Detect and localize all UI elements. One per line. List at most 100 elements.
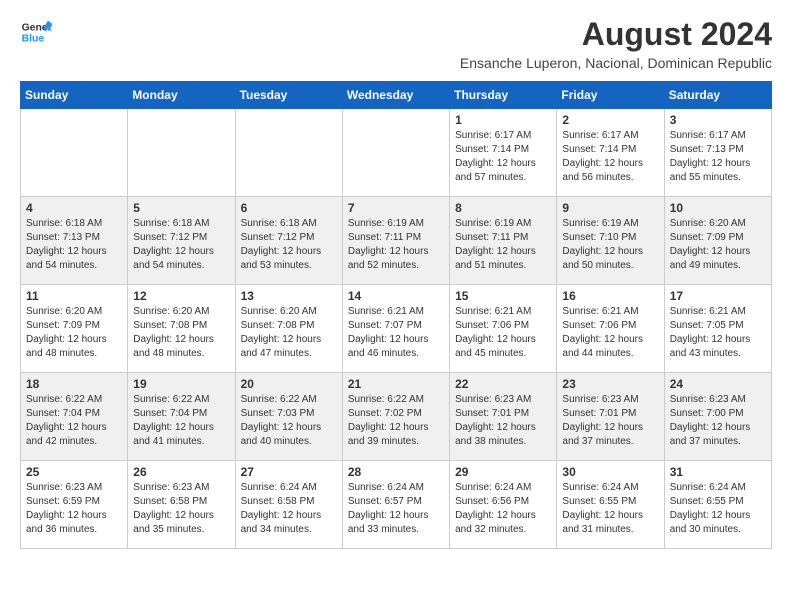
day-number: 21	[348, 377, 444, 391]
calendar-day-cell: 9 Sunrise: 6:19 AMSunset: 7:10 PMDaylight…	[557, 197, 664, 285]
svg-text:Blue: Blue	[22, 34, 45, 45]
day-info: Sunrise: 6:19 AMSunset: 7:11 PMDaylight:…	[455, 217, 551, 273]
day-info: Sunrise: 6:22 AMSunset: 7:04 PMDaylight:…	[133, 393, 229, 449]
calendar-day-cell	[235, 109, 342, 197]
day-info: Sunrise: 6:23 AMSunset: 7:00 PMDaylight:…	[670, 393, 766, 449]
calendar-day-cell: 7 Sunrise: 6:19 AMSunset: 7:11 PMDaylight…	[342, 197, 449, 285]
day-info: Sunrise: 6:18 AMSunset: 7:13 PMDaylight:…	[26, 217, 122, 273]
day-number: 8	[455, 201, 551, 215]
day-info: Sunrise: 6:20 AMSunset: 7:08 PMDaylight:…	[241, 305, 337, 361]
calendar-day-cell: 23Sunrise: 6:23 AMSunset: 7:01 PMDayligh…	[557, 373, 664, 461]
day-info: Sunrise: 6:23 AMSunset: 7:01 PMDaylight:…	[455, 393, 551, 449]
calendar-day-cell: 15 Sunrise: 6:21 AMSunset: 7:06 PMDayligh…	[450, 285, 557, 373]
day-info: Sunrise: 6:17 AMSunset: 7:14 PMDaylight:…	[562, 129, 658, 185]
calendar-day-cell: 4 Sunrise: 6:18 AMSunset: 7:13 PMDaylight…	[21, 197, 128, 285]
day-number: 17	[670, 289, 766, 303]
calendar-day-cell: 31 Sunrise: 6:24 AMSunset: 6:55 PMDayligh…	[664, 461, 771, 549]
calendar-day-cell: 12 Sunrise: 6:20 AMSunset: 7:08 PMDayligh…	[128, 285, 235, 373]
subtitle: Ensanche Luperon, Nacional, Dominican Re…	[460, 55, 772, 71]
calendar-day-cell	[21, 109, 128, 197]
calendar-day-header: Sunday	[21, 82, 128, 109]
calendar-day-header: Friday	[557, 82, 664, 109]
day-info: Sunrise: 6:24 AMSunset: 6:55 PMDaylight:…	[670, 481, 766, 537]
day-number: 29	[455, 465, 551, 479]
day-info: Sunrise: 6:22 AMSunset: 7:03 PMDaylight:…	[241, 393, 337, 449]
day-number: 24	[670, 377, 766, 391]
calendar-day-cell: 18Sunrise: 6:22 AMSunset: 7:04 PMDayligh…	[21, 373, 128, 461]
calendar-day-cell: 30 Sunrise: 6:24 AMSunset: 6:55 PMDayligh…	[557, 461, 664, 549]
calendar-day-cell: 21 Sunrise: 6:22 AMSunset: 7:02 PMDayligh…	[342, 373, 449, 461]
day-number: 19	[133, 377, 229, 391]
calendar-table: SundayMondayTuesdayWednesdayThursdayFrid…	[20, 81, 772, 549]
day-info: Sunrise: 6:24 AMSunset: 6:56 PMDaylight:…	[455, 481, 551, 537]
day-info: Sunrise: 6:19 AMSunset: 7:10 PMDaylight:…	[562, 217, 658, 273]
day-number: 13	[241, 289, 337, 303]
day-number: 3	[670, 113, 766, 127]
day-number: 12	[133, 289, 229, 303]
logo: General Blue	[20, 16, 52, 48]
day-number: 1	[455, 113, 551, 127]
calendar-day-cell: 20 Sunrise: 6:22 AMSunset: 7:03 PMDayligh…	[235, 373, 342, 461]
calendar-day-cell: 27Sunrise: 6:24 AMSunset: 6:58 PMDayligh…	[235, 461, 342, 549]
day-number: 28	[348, 465, 444, 479]
calendar-day-header: Monday	[128, 82, 235, 109]
calendar-day-cell: 29 Sunrise: 6:24 AMSunset: 6:56 PMDayligh…	[450, 461, 557, 549]
day-number: 26	[133, 465, 229, 479]
day-number: 22	[455, 377, 551, 391]
day-number: 11	[26, 289, 122, 303]
day-number: 27	[241, 465, 337, 479]
day-number: 2	[562, 113, 658, 127]
calendar-day-cell: 13 Sunrise: 6:20 AMSunset: 7:08 PMDayligh…	[235, 285, 342, 373]
logo-icon: General Blue	[20, 16, 52, 48]
main-title: August 2024	[460, 16, 772, 53]
day-info: Sunrise: 6:21 AMSunset: 7:07 PMDaylight:…	[348, 305, 444, 361]
day-info: Sunrise: 6:21 AMSunset: 7:06 PMDaylight:…	[455, 305, 551, 361]
calendar-day-cell: 26 Sunrise: 6:23 AMSunset: 6:58 PMDayligh…	[128, 461, 235, 549]
day-info: Sunrise: 6:22 AMSunset: 7:02 PMDaylight:…	[348, 393, 444, 449]
day-info: Sunrise: 6:19 AMSunset: 7:11 PMDaylight:…	[348, 217, 444, 273]
calendar-day-cell: 25 Sunrise: 6:23 AMSunset: 6:59 PMDayligh…	[21, 461, 128, 549]
calendar-day-cell: 6Sunrise: 6:18 AMSunset: 7:12 PMDaylight…	[235, 197, 342, 285]
calendar-day-cell: 5Sunrise: 6:18 AMSunset: 7:12 PMDaylight…	[128, 197, 235, 285]
day-info: Sunrise: 6:23 AMSunset: 6:58 PMDaylight:…	[133, 481, 229, 537]
calendar-day-cell	[128, 109, 235, 197]
day-number: 20	[241, 377, 337, 391]
day-info: Sunrise: 6:17 AMSunset: 7:13 PMDaylight:…	[670, 129, 766, 185]
day-number: 7	[348, 201, 444, 215]
day-number: 6	[241, 201, 337, 215]
calendar-day-cell: 3 Sunrise: 6:17 AMSunset: 7:13 PMDaylight…	[664, 109, 771, 197]
calendar-day-cell: 16Sunrise: 6:21 AMSunset: 7:06 PMDayligh…	[557, 285, 664, 373]
calendar-day-cell	[342, 109, 449, 197]
calendar-week-row: 25 Sunrise: 6:23 AMSunset: 6:59 PMDayligh…	[21, 461, 772, 549]
day-number: 5	[133, 201, 229, 215]
calendar-day-header: Saturday	[664, 82, 771, 109]
calendar-day-cell: 2 Sunrise: 6:17 AMSunset: 7:14 PMDaylight…	[557, 109, 664, 197]
calendar-day-header: Thursday	[450, 82, 557, 109]
day-number: 14	[348, 289, 444, 303]
day-info: Sunrise: 6:23 AMSunset: 7:01 PMDaylight:…	[562, 393, 658, 449]
page-header: General Blue August 2024 Ensanche Lupero…	[20, 16, 772, 71]
day-info: Sunrise: 6:24 AMSunset: 6:57 PMDaylight:…	[348, 481, 444, 537]
day-number: 31	[670, 465, 766, 479]
day-info: Sunrise: 6:21 AMSunset: 7:06 PMDaylight:…	[562, 305, 658, 361]
calendar-day-cell: 10Sunrise: 6:20 AMSunset: 7:09 PMDayligh…	[664, 197, 771, 285]
calendar-week-row: 18Sunrise: 6:22 AMSunset: 7:04 PMDayligh…	[21, 373, 772, 461]
calendar-header-row: SundayMondayTuesdayWednesdayThursdayFrid…	[21, 82, 772, 109]
day-info: Sunrise: 6:20 AMSunset: 7:09 PMDaylight:…	[670, 217, 766, 273]
calendar-week-row: 4 Sunrise: 6:18 AMSunset: 7:13 PMDaylight…	[21, 197, 772, 285]
calendar-day-cell: 17Sunrise: 6:21 AMSunset: 7:05 PMDayligh…	[664, 285, 771, 373]
calendar-day-header: Tuesday	[235, 82, 342, 109]
calendar-day-cell: 11Sunrise: 6:20 AMSunset: 7:09 PMDayligh…	[21, 285, 128, 373]
day-number: 25	[26, 465, 122, 479]
calendar-day-cell: 1Sunrise: 6:17 AMSunset: 7:14 PMDaylight…	[450, 109, 557, 197]
day-number: 15	[455, 289, 551, 303]
calendar-day-cell: 14 Sunrise: 6:21 AMSunset: 7:07 PMDayligh…	[342, 285, 449, 373]
calendar-week-row: 11Sunrise: 6:20 AMSunset: 7:09 PMDayligh…	[21, 285, 772, 373]
day-number: 4	[26, 201, 122, 215]
day-info: Sunrise: 6:23 AMSunset: 6:59 PMDaylight:…	[26, 481, 122, 537]
day-number: 9	[562, 201, 658, 215]
day-info: Sunrise: 6:24 AMSunset: 6:55 PMDaylight:…	[562, 481, 658, 537]
day-number: 30	[562, 465, 658, 479]
day-info: Sunrise: 6:20 AMSunset: 7:08 PMDaylight:…	[133, 305, 229, 361]
calendar-day-cell: 22 Sunrise: 6:23 AMSunset: 7:01 PMDayligh…	[450, 373, 557, 461]
